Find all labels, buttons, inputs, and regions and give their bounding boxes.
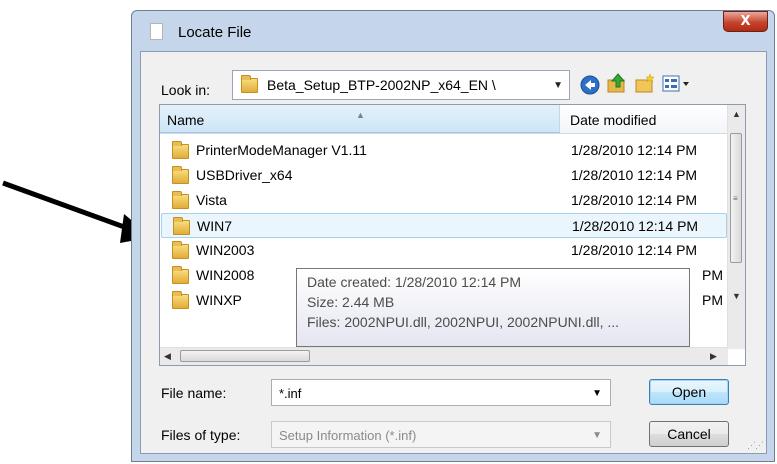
dialog-title: Locate File (178, 24, 252, 41)
folder-icon (172, 291, 189, 309)
item-name: Vista (196, 192, 227, 208)
sort-ascending-icon: ▲ (356, 110, 365, 120)
dialog-body: Look in: Beta_Setup_BTP-2002NP_x64_EN \ … (140, 51, 767, 454)
vertical-scrollbar[interactable]: ▲ ≡ ▼ (727, 105, 745, 349)
new-folder-icon[interactable] (634, 71, 656, 95)
vertical-scroll-thumb[interactable]: ≡ (730, 133, 742, 263)
cancel-button[interactable]: Cancel (649, 421, 729, 447)
list-item[interactable]: USBDriver_x64 1/28/2010 12:14 PM (161, 163, 727, 188)
file-type-label: Files of type: (161, 427, 241, 443)
chevron-down-icon[interactable]: ▼ (592, 430, 602, 441)
scroll-left-icon[interactable]: ◀ (164, 351, 171, 362)
item-name: WIN2003 (196, 242, 255, 258)
item-date: PM (702, 292, 723, 308)
document-icon (150, 23, 163, 40)
folder-icon (173, 217, 190, 235)
column-header-name[interactable]: Name ▲ (160, 105, 560, 133)
close-button[interactable]: X (723, 11, 768, 32)
folder-icon (172, 266, 189, 284)
folder-info-tooltip: Date created: 1/28/2010 12:14 PM Size: 2… (296, 268, 690, 347)
view-menu-icon[interactable] (662, 72, 692, 96)
title-bar: Locate File X (132, 11, 774, 51)
list-item[interactable]: PrinterModeManager V1.11 1/28/2010 12:14… (161, 138, 727, 163)
scroll-down-icon[interactable]: ▼ (732, 291, 741, 301)
item-name: WIN7 (197, 218, 232, 234)
open-button[interactable]: Open (649, 379, 729, 405)
up-folder-icon[interactable] (606, 71, 628, 95)
tooltip-files: Files: 2002NPUI.dll, 2002NPUI, 2002NPUNI… (307, 314, 620, 330)
item-date: 1/28/2010 12:14 PM (571, 142, 698, 158)
file-type-select[interactable]: Setup Information (*.inf) ▼ (271, 421, 611, 448)
look-in-dropdown[interactable]: Beta_Setup_BTP-2002NP_x64_EN \ ▼ (232, 70, 570, 100)
item-date: 1/28/2010 12:14 PM (571, 242, 698, 258)
file-type-value: Setup Information (*.inf) (279, 428, 417, 443)
file-name-label: File name: (161, 385, 227, 401)
tooltip-size: Size: 2.44 MB (307, 294, 395, 310)
list-item[interactable]: WIN2003 1/28/2010 12:14 PM (161, 238, 727, 263)
grip-icon: ≡ (733, 194, 738, 203)
scroll-right-icon[interactable]: ▶ (710, 351, 717, 362)
item-name: WIN2008 (196, 267, 255, 283)
chevron-down-icon[interactable]: ▼ (553, 80, 563, 91)
item-name: WINXP (196, 292, 242, 308)
item-name: PrinterModeManager V1.11 (196, 142, 367, 158)
horizontal-scroll-thumb[interactable] (180, 350, 310, 362)
item-name: USBDriver_x64 (196, 167, 293, 183)
list-item[interactable]: Vista 1/28/2010 12:14 PM (161, 188, 727, 213)
folder-icon (172, 141, 189, 159)
item-date: PM (702, 267, 723, 283)
tooltip-date-created: Date created: 1/28/2010 12:14 PM (307, 274, 522, 290)
item-date: 1/28/2010 12:14 PM (572, 218, 699, 234)
look-in-label: Look in: (161, 82, 211, 98)
folder-icon (172, 191, 189, 209)
column-header-date-modified[interactable]: Date modified (561, 105, 728, 133)
folder-icon (241, 75, 258, 93)
folder-icon (172, 166, 189, 184)
list-item-selected[interactable]: WIN7 1/28/2010 12:14 PM (161, 213, 727, 238)
item-date: 1/28/2010 12:14 PM (571, 167, 698, 183)
file-name-value: *.inf (279, 386, 302, 401)
horizontal-scrollbar[interactable]: ◀ ▶ (160, 347, 728, 365)
folder-icon (172, 241, 189, 259)
locate-file-dialog: Locate File X Look in: Beta_Setup_BTP-20… (131, 10, 775, 462)
look-in-value: Beta_Setup_BTP-2002NP_x64_EN \ (267, 77, 496, 93)
file-name-input[interactable]: *.inf ▼ (271, 379, 611, 406)
item-date: 1/28/2010 12:14 PM (571, 192, 698, 208)
back-arrow-icon[interactable] (580, 73, 600, 97)
resize-grip-icon[interactable]: ⋰⋰ (747, 440, 764, 451)
column-header-name-label: Name (167, 112, 205, 128)
list-header: Name ▲ Date modified (160, 105, 728, 134)
scroll-up-icon[interactable]: ▲ (732, 109, 741, 119)
chevron-down-icon[interactable]: ▼ (592, 388, 602, 399)
